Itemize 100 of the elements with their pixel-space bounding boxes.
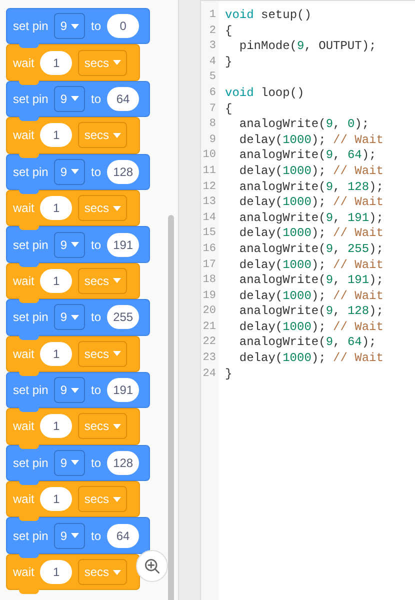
caret-icon (113, 60, 122, 66)
code-line: analogWrite(9, 64); (238, 335, 376, 352)
line-number: 14 (202, 210, 216, 226)
caret-icon (113, 424, 122, 429)
value-input[interactable]: 1 (40, 123, 72, 148)
block-label: set pin (13, 92, 48, 106)
code-line: analogWrite(9, 0); (238, 117, 370, 133)
block-label: set pin (13, 164, 48, 179)
block-label: wait (13, 492, 34, 506)
caret-icon (71, 388, 80, 393)
code-line: { (225, 24, 232, 40)
code-line: analogWrite(9, 128); (238, 180, 384, 196)
code-line: analogWrite(9, 64); (238, 148, 376, 164)
line-number: 8 (208, 117, 216, 132)
code-line: delay(1000); // Wait (238, 132, 384, 148)
caret-icon (71, 242, 80, 248)
block-label: wait (13, 201, 34, 216)
block-label: wait (13, 56, 34, 70)
block-label: to (91, 92, 102, 106)
line-number: 4 (208, 54, 216, 70)
pane-splitter[interactable] (179, 0, 201, 600)
block-label: to (91, 238, 102, 252)
line-number: 5 (208, 70, 216, 86)
caret-icon (113, 278, 122, 284)
caret-icon (71, 533, 80, 538)
block-label: set pin (13, 528, 48, 543)
block-label: wait (13, 128, 34, 142)
value-input[interactable]: 128 (107, 160, 140, 184)
line-number: 7 (208, 102, 216, 117)
value-input[interactable]: 1 (40, 268, 72, 293)
value-input[interactable]: 1 (40, 560, 72, 584)
block-label: wait (13, 419, 34, 434)
line-number: 10 (202, 148, 216, 164)
block-label: wait (13, 274, 34, 288)
caret-icon (113, 351, 122, 356)
code-line: delay(1000); // Wait (238, 195, 384, 211)
code-line: delay(1000); // Wait (238, 288, 384, 304)
code-line: delay(1000); // Wait (238, 351, 384, 367)
scrollbar[interactable] (168, 215, 174, 600)
block-label: wait (13, 565, 34, 580)
caret-icon (71, 24, 80, 29)
block-label: set pin (13, 238, 48, 252)
line-number: 12 (202, 180, 216, 195)
code-line: pinMode(9, OUTPUT); (238, 39, 376, 55)
line-number: 16 (202, 242, 216, 257)
value-input[interactable]: 1 (40, 50, 72, 75)
block-label: to (91, 310, 102, 324)
zoom-in-icon (143, 557, 161, 575)
value-input[interactable]: 64 (107, 86, 140, 111)
value-input[interactable]: 255 (107, 305, 140, 330)
line-number: 20 (202, 304, 216, 320)
code-line: void setup() (225, 8, 312, 24)
caret-icon (71, 314, 80, 320)
line-number: 13 (202, 195, 216, 210)
line-number: 19 (202, 288, 216, 304)
value-input[interactable]: 128 (107, 450, 140, 475)
caret-icon (113, 496, 122, 502)
value-input[interactable]: 0 (107, 14, 140, 38)
zoom-in-button[interactable] (136, 550, 168, 582)
code-line: delay(1000); // Wait (238, 226, 384, 242)
code-line: analogWrite(9, 255); (238, 242, 384, 258)
code-line: } (225, 54, 232, 70)
caret-icon (113, 570, 122, 575)
code-line: delay(1000); // Wait (238, 320, 384, 336)
line-number: 23 (202, 351, 216, 366)
code-line: delay(1000); // Wait (238, 258, 384, 274)
line-number: 24 (202, 366, 216, 382)
line-number: 3 (208, 39, 216, 54)
caret-icon (113, 206, 122, 211)
block-label: to (91, 383, 102, 398)
line-number: 9 (208, 132, 216, 148)
code-line: analogWrite(9, 191); (238, 273, 384, 289)
value-input[interactable]: 1 (40, 487, 72, 512)
line-number: 17 (202, 258, 216, 272)
value-input[interactable]: 191 (107, 378, 140, 402)
block-label: to (91, 528, 102, 543)
line-number: 11 (202, 164, 216, 179)
block-label: set pin (13, 456, 48, 470)
code-line: delay(1000); // Wait (238, 164, 384, 180)
caret-icon (71, 169, 80, 174)
code-line: analogWrite(9, 128); (238, 304, 384, 320)
value-input[interactable]: 64 (107, 524, 140, 548)
block-label: to (91, 19, 102, 34)
line-number: 6 (208, 86, 216, 101)
code-line: } (225, 366, 232, 382)
line-number: 1 (208, 8, 216, 23)
block-label: set pin (13, 383, 48, 398)
line-number: 15 (202, 226, 216, 242)
value-input[interactable]: 1 (40, 414, 72, 438)
value-input[interactable]: 1 (40, 342, 72, 366)
block-label: set pin (13, 19, 48, 34)
caret-icon (113, 132, 122, 138)
value-input[interactable]: 191 (107, 232, 140, 257)
line-number: 18 (202, 273, 216, 288)
code-line: void loop() (225, 86, 304, 102)
block-label: to (91, 164, 102, 179)
block-label: to (91, 456, 102, 470)
line-number: 2 (208, 24, 216, 39)
value-input[interactable]: 1 (40, 196, 72, 220)
caret-icon (71, 96, 80, 102)
